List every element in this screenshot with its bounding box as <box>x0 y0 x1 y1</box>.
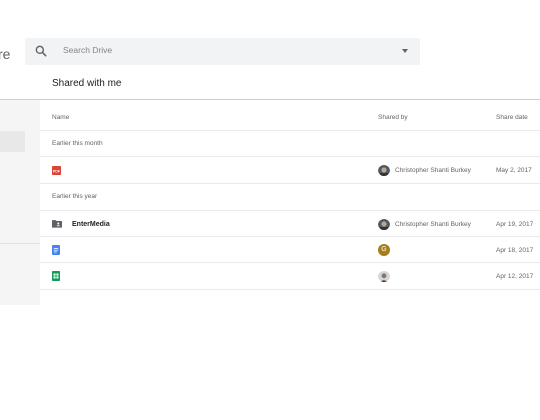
share-date: Apr 19, 2017 <box>496 221 534 228</box>
file-name: EnterMedia <box>72 221 110 228</box>
divider <box>40 183 540 184</box>
svg-text:PDF: PDF <box>53 169 61 173</box>
column-header-name[interactable]: Name <box>52 114 69 121</box>
divider <box>40 130 540 131</box>
share-date: Apr 18, 2017 <box>496 247 534 254</box>
sidebar-divider <box>0 243 40 244</box>
avatar <box>378 270 390 282</box>
avatar <box>378 218 390 230</box>
avatar-letter: G <box>381 246 387 253</box>
table-row[interactable]: EnterMedia Christopher Shanti Burkey Apr… <box>40 211 540 237</box>
section-label: Earlier this month <box>52 140 103 147</box>
table-row[interactable]: PDF Christopher Shanti Burkey May 2, 201… <box>40 157 540 183</box>
pdf-file-icon: PDF <box>52 166 61 175</box>
table-header <box>40 100 540 130</box>
search-icon[interactable] <box>34 44 48 58</box>
search-bar[interactable]: Search Drive <box>25 38 420 65</box>
avatar <box>378 164 390 176</box>
divider <box>40 289 540 290</box>
table-row[interactable]: Apr 12, 2017 <box>40 263 540 289</box>
sidebar-selected-item[interactable] <box>0 131 25 152</box>
share-date: May 2, 2017 <box>496 167 532 174</box>
top-bar: re Search Drive Shared with me <box>0 0 540 100</box>
share-date: Apr 12, 2017 <box>496 273 534 280</box>
shared-folder-icon <box>52 220 62 228</box>
column-header-shared-by[interactable]: Shared by <box>378 114 408 121</box>
google-sheets-icon <box>52 271 60 281</box>
table-row[interactable]: G Apr 18, 2017 <box>40 237 540 263</box>
avatar: G <box>378 244 390 256</box>
page-title: Shared with me <box>52 78 122 89</box>
column-header-share-date[interactable]: Share date <box>496 114 528 121</box>
shared-by-name: Christopher Shanti Burkey <box>395 221 471 228</box>
search-input[interactable]: Search Drive <box>63 45 112 55</box>
app-name-fragment[interactable]: re <box>0 46 10 62</box>
search-options-dropdown-icon[interactable] <box>402 49 408 53</box>
section-label: Earlier this year <box>52 193 98 200</box>
google-docs-icon <box>52 245 60 255</box>
file-table: Name Shared by Share date Earlier this m… <box>40 100 540 290</box>
shared-by-name: Christopher Shanti Burkey <box>395 167 471 174</box>
sidebar <box>0 100 40 305</box>
